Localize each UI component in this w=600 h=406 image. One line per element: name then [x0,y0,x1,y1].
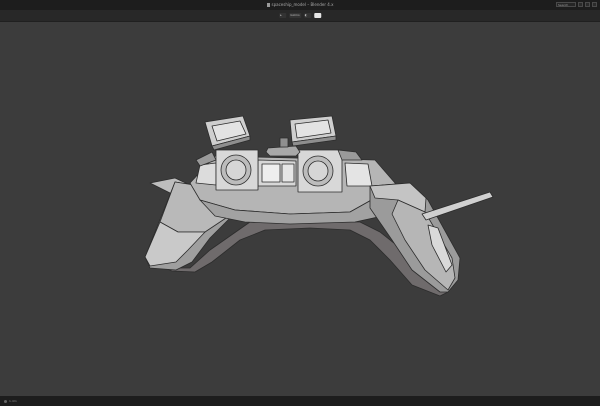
status-text: 1.4m [9,399,17,403]
window-controls: Search [556,2,597,7]
hull-panel-left [195,162,217,186]
right-shoulder [337,149,363,161]
hull-panel-center-a [261,163,281,183]
hull-panel-center-b [281,163,295,183]
minimize-icon[interactable] [578,2,583,7]
right-fin [421,191,494,221]
shading-solid-icon[interactable]: ◐ [303,13,311,18]
shading-material-icon[interactable] [313,13,321,18]
view-gizmo-label[interactable]: Gizmo [289,13,301,18]
select-tool-icon[interactable]: ▸ [279,13,287,18]
center-turret [265,145,301,157]
title-bar: spaceship_model – Blender 4.x Search [0,0,600,10]
viewport-header-controls: ▸ Gizmo ◐ [279,13,321,18]
right-engine-core [307,160,329,182]
search-field[interactable]: Search [556,2,576,7]
window-title-text: spaceship_model – Blender 4.x [271,2,334,7]
3d-viewport[interactable] [0,22,600,396]
hull-panel-right [344,162,373,187]
maximize-icon[interactable] [585,2,590,7]
viewport-header: ▸ Gizmo ◐ [0,10,600,22]
status-left: 1.4m [4,396,17,406]
close-icon[interactable] [592,2,597,7]
file-icon [266,3,270,7]
status-dot-icon [4,399,7,403]
app-window: spaceship_model – Blender 4.x Search ▸ G… [0,0,600,406]
center-turret-mast [279,137,289,148]
status-bar: 1.4m [0,396,600,406]
window-title: spaceship_model – Blender 4.x [0,1,600,9]
left-engine-core [225,159,247,181]
spaceship-render [144,115,494,297]
spaceship-model [144,115,494,297]
